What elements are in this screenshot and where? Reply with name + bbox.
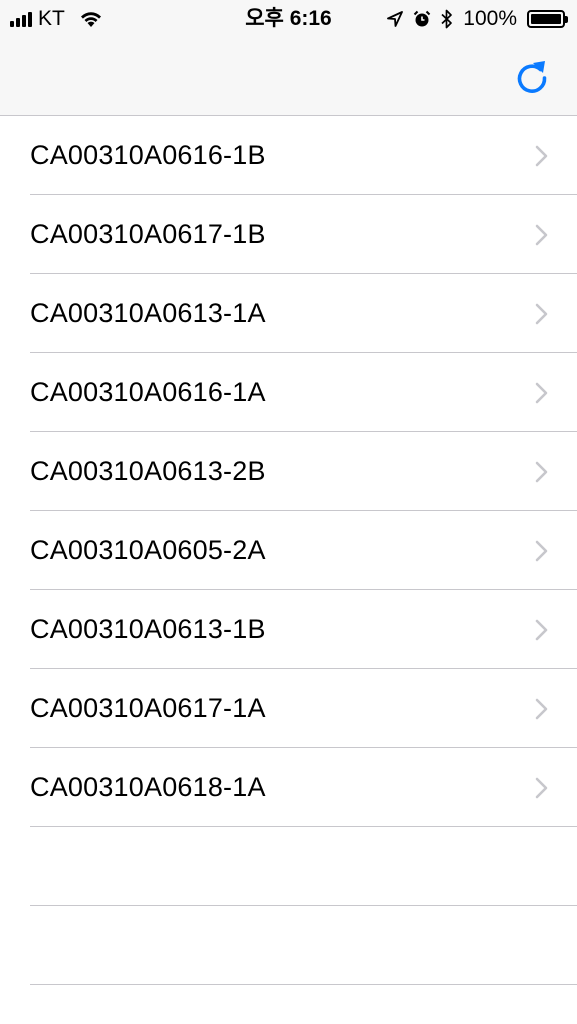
chevron-right-icon: [535, 777, 548, 798]
alarm-icon: [414, 10, 431, 27]
battery-percent: 100%: [463, 7, 517, 30]
list-item-label: CA00310A0605-2A: [30, 535, 266, 565]
chevron-right-icon: [535, 145, 548, 166]
status-right: 100%: [387, 6, 568, 32]
list-item-label: CA00310A0616-1B: [30, 140, 266, 170]
device-list: CA00310A0616-1B CA00310A0617-1B CA00310A…: [0, 116, 577, 985]
list-item-label: CA00310A0613-1B: [30, 614, 266, 644]
list-item[interactable]: CA00310A0616-1A: [0, 353, 577, 432]
list-item-label: CA00310A0618-1A: [30, 772, 266, 802]
empty-row: [0, 906, 577, 985]
list-item-label: CA00310A0613-2B: [30, 456, 266, 486]
chevron-right-icon: [535, 540, 548, 561]
chevron-right-icon: [535, 303, 548, 324]
refresh-icon: [517, 61, 547, 93]
list-item[interactable]: CA00310A0605-2A: [0, 511, 577, 590]
refresh-button[interactable]: [511, 56, 553, 98]
list-item-label: CA00310A0616-1A: [30, 377, 266, 407]
navigation-bar: [0, 38, 577, 116]
list-item[interactable]: CA00310A0613-1A: [0, 274, 577, 353]
chevron-right-icon: [535, 382, 548, 403]
list-item-label: CA00310A0613-1A: [30, 298, 266, 328]
chevron-right-icon: [535, 698, 548, 719]
list-item[interactable]: CA00310A0613-1B: [0, 590, 577, 669]
bluetooth-icon: [441, 9, 453, 29]
list-item[interactable]: CA00310A0613-2B: [0, 432, 577, 511]
location-icon: [387, 11, 404, 27]
list-item-label: CA00310A0617-1A: [30, 693, 266, 723]
chevron-right-icon: [535, 461, 548, 482]
chevron-right-icon: [535, 224, 548, 245]
list-item-label: CA00310A0617-1B: [30, 219, 266, 249]
list-item[interactable]: CA00310A0616-1B: [0, 116, 577, 195]
list-item[interactable]: CA00310A0617-1A: [0, 669, 577, 748]
list-item[interactable]: CA00310A0617-1B: [0, 195, 577, 274]
chevron-right-icon: [535, 619, 548, 640]
battery-icon: [527, 10, 568, 28]
empty-row: [0, 827, 577, 906]
list-item[interactable]: CA00310A0618-1A: [0, 748, 577, 827]
status-bar: KT 오후 6:16 100%: [0, 0, 577, 38]
